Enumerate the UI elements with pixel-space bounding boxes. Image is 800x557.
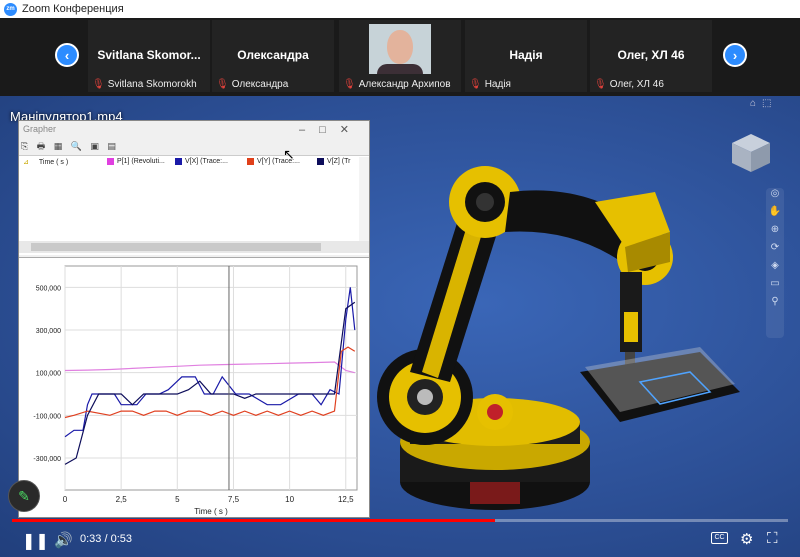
grapher-title: Grapher — [23, 124, 57, 134]
gear-icon[interactable]: ⚙ — [740, 530, 753, 548]
walk-icon[interactable]: ⚲ — [766, 296, 784, 314]
axis-icon: ⊿ — [23, 159, 29, 166]
trace-column[interactable]: ⊿ Time ( s ) — [23, 158, 68, 167]
trace-column[interactable]: V[X] (Trace:... — [175, 158, 228, 165]
pencil-icon[interactable]: ✎ — [8, 480, 40, 512]
y-tick-label: 500,000 — [36, 285, 61, 292]
grapher-window-buttons[interactable]: –□✕ — [299, 123, 363, 136]
x-tick-label: 2,5 — [116, 495, 128, 504]
participant-video-avatar — [369, 24, 431, 74]
participant-tile[interactable]: Надія 🎙 Надія — [465, 20, 587, 92]
participant-name: Надія — [509, 48, 543, 62]
window-controls-icon[interactable]: ⌂⬚ — [750, 98, 778, 109]
prev-participants-button[interactable]: ‹ — [55, 43, 79, 67]
grapher-toolbar[interactable]: ⎘ 🖶 ▦ 🔍 ▣ ▤ — [19, 139, 369, 153]
x-tick-label: 7,5 — [228, 495, 240, 504]
look-icon[interactable]: ◈ — [766, 260, 784, 278]
fullscreen-icon[interactable]: ⛶ — [767, 530, 778, 547]
participant-footer: 🎙 Олександра — [216, 79, 289, 90]
participant-tile[interactable]: Олександра 🎙 Олександра — [212, 20, 334, 92]
participant-name: Олександра — [237, 48, 309, 62]
grapher-trace-table[interactable]: ⊿ Time ( s ) P[1] (Revoluti... V[X] (Trac… — [19, 155, 369, 255]
volume-icon[interactable]: 🔊 — [54, 531, 73, 549]
mic-muted-icon: 🎙 — [594, 79, 607, 90]
grapher-window[interactable]: Grapher –□✕ ⎘ 🖶 ▦ 🔍 ▣ ▤ ⊿ Time ( s ) P[1]… — [18, 120, 370, 518]
shared-video[interactable]: ⌂⬚ ◎ ✋ ⊕ ⟳ ◈ ▭ ⚲ Маніпулятор1.mp4 Graphe… — [0, 96, 800, 557]
window-title: Zoom Конференция — [22, 3, 124, 15]
y-tick-label: -100,000 — [33, 413, 61, 420]
mic-muted-icon: 🎙 — [216, 79, 229, 90]
cc-icon[interactable]: CC — [711, 532, 728, 544]
mic-muted-icon: 🎙 — [469, 79, 482, 90]
participant-name: Svitlana Skomor... — [97, 48, 201, 62]
x-axis-label: Time ( s ) — [194, 507, 228, 516]
window-titlebar: zm Zoom Конференция — [0, 0, 800, 18]
mic-muted-icon: 🎙 — [92, 79, 105, 90]
player-controls: ❚❚ 🔊 0:33 / 0:53 CC ⚙ ⛶ — [0, 526, 800, 557]
orbit-icon[interactable]: ⟳ — [766, 242, 784, 260]
view-cube-icon[interactable] — [728, 130, 774, 176]
navigation-toolbar[interactable]: ◎ ✋ ⊕ ⟳ ◈ ▭ ⚲ — [766, 188, 784, 338]
grapher-chart: 0 2,5 5 7,5 10 12,5 500,000 300,000 100,000 -100,… — [33, 265, 358, 516]
video-progress-fill — [12, 519, 496, 522]
participant-footer: 🎙 Олег, ХЛ 46 — [594, 79, 664, 90]
trace-column[interactable]: V[Z] (Tr — [317, 158, 350, 165]
mic-muted-icon: 🎙 — [343, 79, 356, 90]
grapher-plot-area[interactable]: 0 2,5 5 7,5 10 12,5 500,000 300,000 100,000 -100,… — [19, 257, 369, 517]
zoom-logo-icon: zm — [4, 2, 17, 16]
participant-tile-video[interactable]: 🎙 Александр Архипов — [339, 20, 461, 92]
table-vertical-scrollbar[interactable] — [359, 157, 369, 241]
participant-footer: 🎙 Александр Архипов — [343, 79, 451, 90]
participant-tile[interactable]: Олег, ХЛ 46 🎙 Олег, ХЛ 46 — [590, 20, 712, 92]
pan-icon[interactable]: ✋ — [766, 206, 784, 224]
video-time: 0:33 / 0:53 — [80, 533, 132, 545]
participant-tile[interactable]: Svitlana Skomor... 🎙 Svitlana Skomorokh — [88, 20, 210, 92]
x-tick-label: 0 — [63, 495, 68, 504]
x-tick-label: 10 — [285, 495, 294, 504]
table-horizontal-scrollbar[interactable] — [19, 241, 369, 253]
zoom-icon[interactable]: ⊕ — [766, 224, 784, 242]
scrollbar-thumb[interactable] — [31, 243, 321, 251]
y-tick-label: 100,000 — [36, 371, 61, 378]
steering-wheel-icon[interactable]: ◎ — [766, 188, 784, 206]
grapher-titlebar: Grapher –□✕ — [19, 121, 369, 139]
plot-frame — [64, 265, 358, 491]
participant-strip: ‹ Svitlana Skomor... 🎙 Svitlana Skomorokh… — [0, 18, 800, 96]
y-tick-label: 300,000 — [36, 328, 61, 335]
video-progress-bar[interactable] — [12, 519, 788, 522]
x-tick-label: 12,5 — [338, 495, 354, 504]
participant-footer: 🎙 Надія — [469, 79, 511, 90]
next-participants-button[interactable]: › — [723, 43, 747, 67]
participant-footer: 🎙 Svitlana Skomorokh — [92, 79, 197, 90]
pause-icon[interactable]: ❚❚ — [22, 531, 49, 551]
trace-column[interactable]: P[1] (Revoluti... — [107, 158, 165, 165]
participant-name: Олег, ХЛ 46 — [617, 48, 685, 62]
mouse-cursor-icon: ↖ — [283, 146, 295, 162]
y-tick-label: -300,000 — [33, 456, 61, 463]
robot-arm-illustration — [377, 166, 740, 510]
display-icon[interactable]: ▭ — [766, 278, 784, 296]
x-tick-label: 5 — [175, 495, 180, 504]
